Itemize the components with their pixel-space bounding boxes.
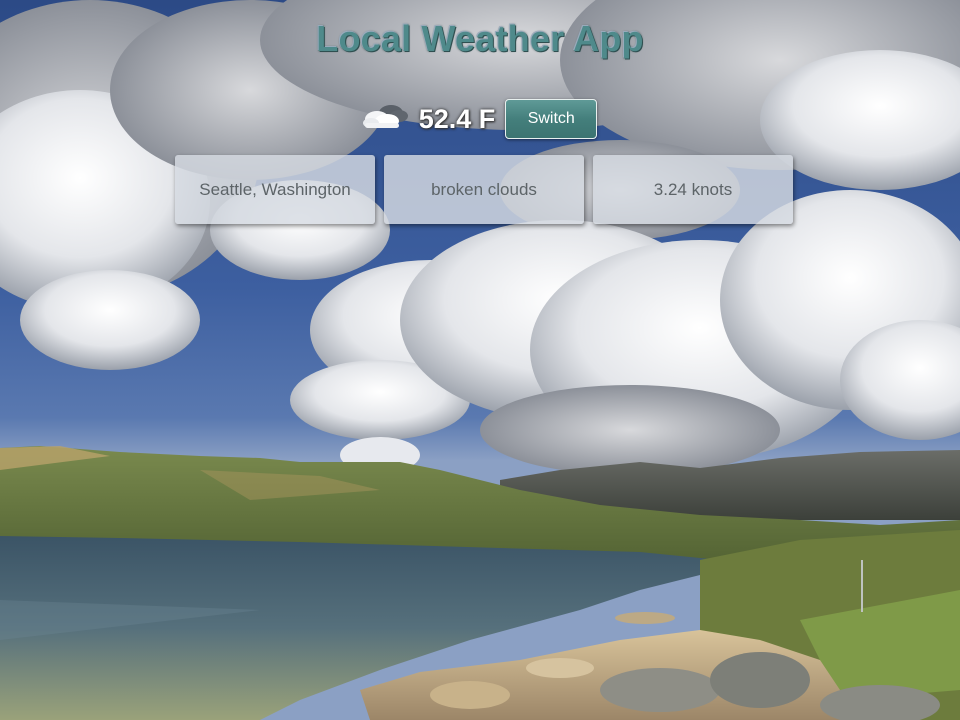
cloud-center-bank	[290, 190, 960, 475]
location-text: Seattle, Washington	[199, 179, 351, 199]
location-card: Seattle, Washington	[175, 155, 375, 224]
condition-text: broken clouds	[431, 179, 537, 199]
app-root: Local Weather App 52.4 F Switch Seattle,…	[0, 0, 960, 720]
broken-clouds-icon	[362, 105, 408, 128]
condition-card: broken clouds	[384, 155, 584, 224]
info-cards: Seattle, Washington broken clouds 3.24 k…	[175, 155, 793, 224]
temperature-row: 52.4 F Switch	[0, 98, 960, 140]
switch-unit-button[interactable]: Switch	[505, 99, 598, 139]
wind-card: 3.24 knots	[593, 155, 793, 224]
temperature-value: 52.4 F	[418, 103, 496, 134]
app-title: Local Weather App	[316, 18, 644, 59]
wind-text: 3.24 knots	[653, 179, 733, 199]
